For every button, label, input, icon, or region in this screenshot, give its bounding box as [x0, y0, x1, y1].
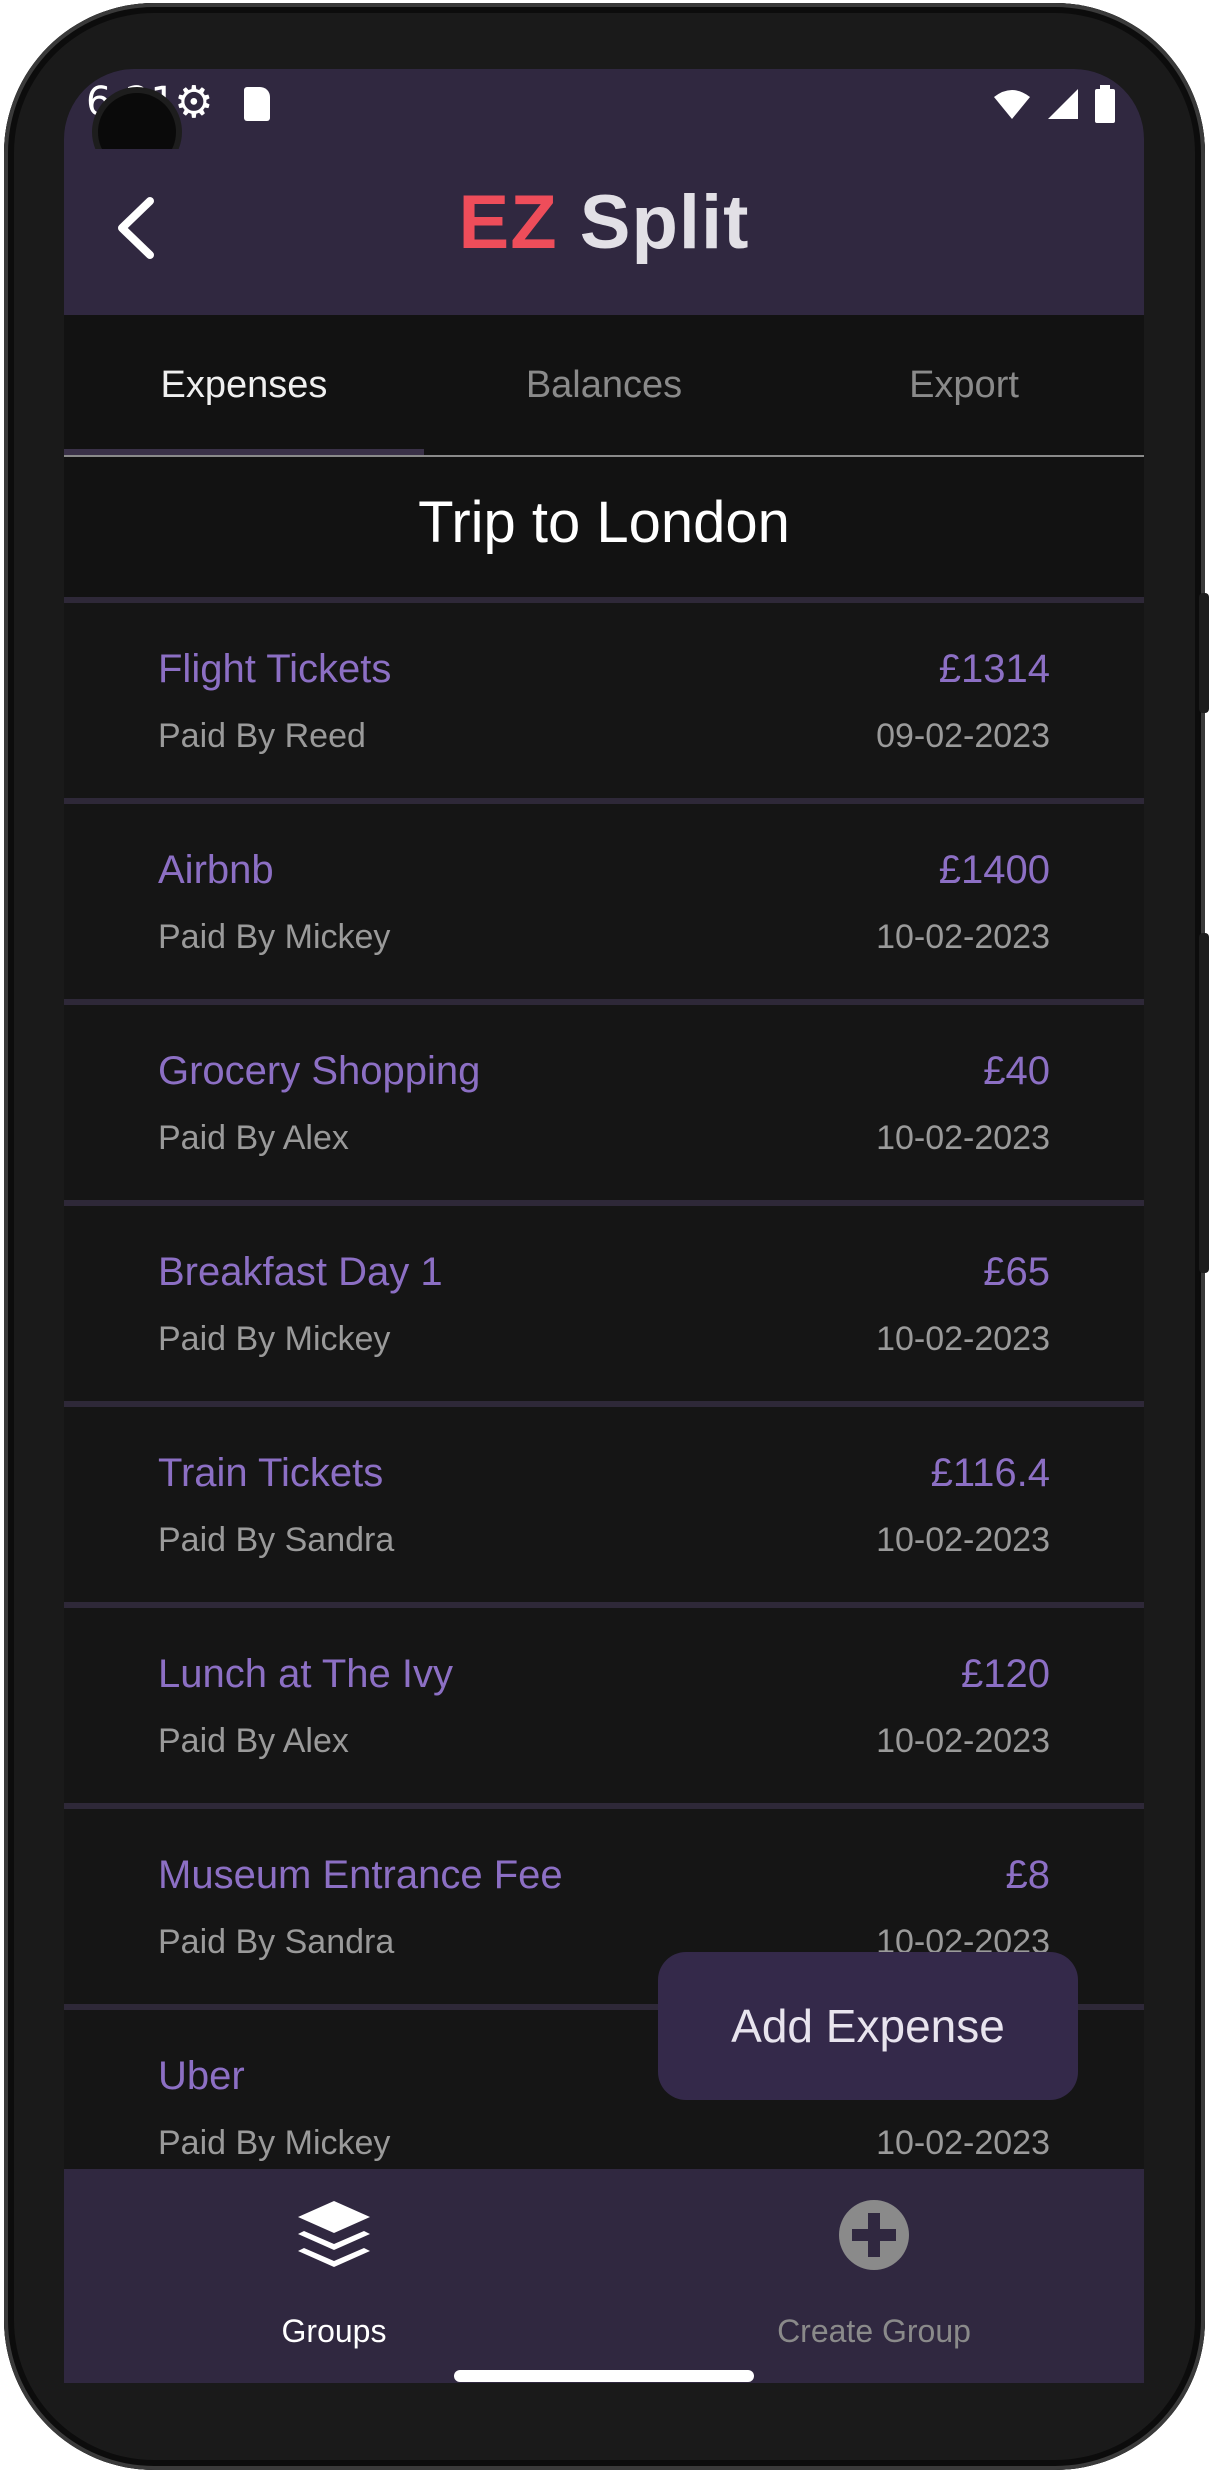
expense-payer: Paid By Reed: [158, 717, 366, 755]
expense-date: 10-02-2023: [876, 2124, 1050, 2162]
nav-label-create-group: Create Group: [777, 2313, 971, 2349]
expense-name: Uber: [158, 2054, 245, 2098]
volume-button: [1199, 933, 1209, 1273]
expense-date: 10-02-2023: [876, 1722, 1050, 1760]
app-title-accent: EZ: [458, 180, 558, 265]
tab-indicator: [64, 449, 424, 455]
expense-payer: Paid By Alex: [158, 1722, 349, 1760]
app-title: EZ Split: [64, 179, 1144, 266]
expense-date: 09-02-2023: [876, 717, 1050, 755]
expense-amount: £8: [1005, 1853, 1051, 1897]
plus-circle-icon: [839, 2200, 909, 2270]
layers-icon: [298, 2201, 370, 2267]
nav-item-groups[interactable]: Groups: [64, 2169, 604, 2383]
expense-amount: £40: [983, 1049, 1050, 1093]
expense-name: Museum Entrance Fee: [158, 1853, 563, 1897]
phone-frame: 6:21 ⚙ EZ Split Expenses Balances Expo: [4, 3, 1209, 2470]
expense-amount: £1314: [938, 647, 1050, 691]
home-indicator[interactable]: [454, 2370, 754, 2382]
nav-item-create-group[interactable]: Create Group: [604, 2169, 1144, 2383]
bottom-navigation: Groups Create Group: [64, 2169, 1144, 2383]
tab-balances[interactable]: Balances: [424, 315, 784, 455]
expense-row[interactable]: Grocery Shopping £40 Paid By Alex 10-02-…: [64, 999, 1144, 1201]
expense-name: Lunch at The Ivy: [158, 1652, 453, 1696]
status-bar: 6:21 ⚙: [64, 69, 1144, 149]
expense-row[interactable]: Breakfast Day 1 £65 Paid By Mickey 10-02…: [64, 1200, 1144, 1402]
expense-row[interactable]: Train Tickets £116.4 Paid By Sandra 10-0…: [64, 1401, 1144, 1603]
expense-name: Grocery Shopping: [158, 1049, 481, 1093]
expense-payer: Paid By Alex: [158, 1119, 349, 1157]
expense-date: 10-02-2023: [876, 1521, 1050, 1559]
wifi-icon: [994, 90, 1030, 119]
expense-name: Flight Tickets: [158, 647, 392, 691]
tab-export[interactable]: Export: [784, 315, 1144, 455]
expense-row[interactable]: Lunch at The Ivy £120 Paid By Alex 10-02…: [64, 1602, 1144, 1804]
expense-payer: Paid By Sandra: [158, 1521, 395, 1559]
expense-payer: Paid By Mickey: [158, 2124, 391, 2162]
expense-amount: £65: [983, 1250, 1050, 1294]
screen: 6:21 ⚙ EZ Split Expenses Balances Expo: [64, 69, 1144, 2383]
tab-expenses[interactable]: Expenses: [64, 315, 424, 455]
expense-amount: £1400: [938, 848, 1050, 892]
nav-label-groups: Groups: [281, 2313, 387, 2349]
battery-icon: [1095, 85, 1115, 123]
expense-payer: Paid By Mickey: [158, 918, 391, 956]
app-title-rest: Split: [579, 180, 750, 265]
settings-status-icon: ⚙: [174, 77, 214, 128]
expense-amount: £120: [961, 1652, 1050, 1696]
group-title: Trip to London: [418, 489, 790, 555]
app-bar: EZ Split: [64, 149, 1144, 315]
expense-payer: Paid By Mickey: [158, 1320, 391, 1358]
expense-name: Airbnb: [158, 848, 274, 892]
add-expense-button[interactable]: Add Expense: [658, 1952, 1078, 2100]
expense-date: 10-02-2023: [876, 918, 1050, 956]
expense-name: Train Tickets: [158, 1451, 384, 1495]
expense-row[interactable]: Airbnb £1400 Paid By Mickey 10-02-2023: [64, 798, 1144, 1000]
expense-date: 10-02-2023: [876, 1119, 1050, 1157]
expense-payer: Paid By Sandra: [158, 1923, 395, 1961]
expense-amount: £116.4: [930, 1451, 1050, 1495]
expense-name: Breakfast Day 1: [158, 1250, 443, 1294]
power-button: [1199, 593, 1209, 713]
expense-date: 10-02-2023: [876, 1320, 1050, 1358]
tab-bar: Expenses Balances Export: [64, 315, 1144, 457]
expense-row[interactable]: Flight Tickets £1314 Paid By Reed 09-02-…: [64, 597, 1144, 799]
status-icons: [992, 85, 1116, 123]
signal-icon: [1048, 89, 1078, 119]
sd-card-icon: [244, 87, 270, 121]
